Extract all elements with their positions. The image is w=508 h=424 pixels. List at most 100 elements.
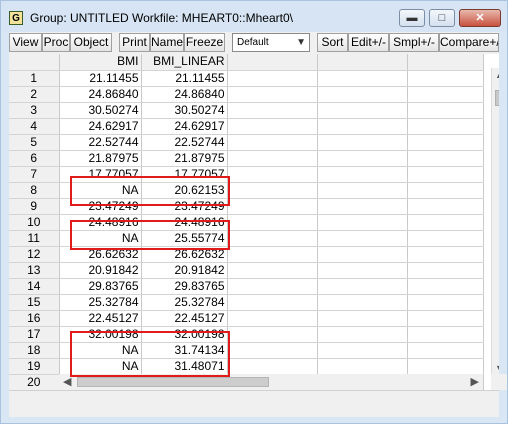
cell-empty[interactable] bbox=[407, 310, 484, 327]
cell-empty[interactable] bbox=[227, 278, 318, 295]
row-number[interactable]: 16 bbox=[9, 310, 60, 327]
cell-empty[interactable] bbox=[407, 70, 484, 87]
cell-bmi-linear[interactable]: 20.91842 bbox=[141, 262, 228, 279]
cell-bmi-linear[interactable]: 24.86840 bbox=[141, 86, 228, 103]
cell-bmi[interactable]: 26.62632 bbox=[59, 246, 142, 263]
column-header-empty[interactable] bbox=[317, 54, 408, 71]
row-number[interactable]: 11 bbox=[9, 230, 60, 247]
cell-empty[interactable] bbox=[317, 198, 408, 215]
cell-bmi-linear[interactable]: 24.48916 bbox=[141, 214, 228, 231]
row-number[interactable]: 17 bbox=[9, 326, 60, 343]
cell-empty[interactable] bbox=[317, 326, 408, 343]
name-button[interactable]: Name bbox=[150, 33, 184, 52]
column-header-bmi[interactable]: BMI bbox=[59, 54, 142, 71]
column-header-bmi-linear[interactable]: BMI_LINEAR bbox=[141, 54, 228, 71]
cell-empty[interactable] bbox=[407, 246, 484, 263]
cell-bmi[interactable]: 21.87975 bbox=[59, 150, 142, 167]
cell-bmi-linear[interactable]: 30.50274 bbox=[141, 102, 228, 119]
cell-bmi-linear[interactable]: 25.32784 bbox=[141, 294, 228, 311]
cell-empty[interactable] bbox=[407, 262, 484, 279]
cell-empty[interactable] bbox=[227, 342, 318, 359]
cell-bmi[interactable]: 24.62917 bbox=[59, 118, 142, 135]
cell-empty[interactable] bbox=[407, 278, 484, 295]
cell-empty[interactable] bbox=[407, 118, 484, 135]
cell-bmi[interactable]: NA bbox=[59, 182, 142, 199]
cell-empty[interactable] bbox=[227, 262, 318, 279]
object-button[interactable]: Object bbox=[70, 33, 112, 52]
cell-bmi[interactable]: 30.50274 bbox=[59, 102, 142, 119]
title-bar[interactable]: G Group: UNTITLED Workfile: MHEART0::Mhe… bbox=[1, 1, 507, 32]
cell-empty[interactable] bbox=[317, 150, 408, 167]
spreadsheet-grid[interactable]: BMI BMI_LINEAR 1 21.11455 21.11455 2 24.8684… bbox=[9, 54, 499, 390]
row-number[interactable]: 7 bbox=[9, 166, 60, 183]
cell-empty[interactable] bbox=[227, 214, 318, 231]
cell-bmi[interactable]: 24.86840 bbox=[59, 86, 142, 103]
cell-bmi[interactable]: 32.00198 bbox=[59, 326, 142, 343]
row-number[interactable]: 6 bbox=[9, 150, 60, 167]
row-number[interactable]: 3 bbox=[9, 102, 60, 119]
cell-bmi[interactable]: 25.32784 bbox=[59, 294, 142, 311]
cell-empty[interactable] bbox=[227, 294, 318, 311]
cell-empty[interactable] bbox=[317, 86, 408, 103]
cell-empty[interactable] bbox=[317, 102, 408, 119]
cell-empty[interactable] bbox=[227, 198, 318, 215]
scroll-right-icon[interactable]: ▶ bbox=[471, 375, 479, 388]
row-number[interactable]: 4 bbox=[9, 118, 60, 135]
cell-bmi-linear[interactable]: 21.11455 bbox=[141, 70, 228, 87]
row-number[interactable]: 14 bbox=[9, 278, 60, 295]
cell-bmi-linear[interactable]: 20.62153 bbox=[141, 182, 228, 199]
cell-bmi-linear[interactable]: 31.48071 bbox=[141, 358, 228, 375]
compare-toggle-button[interactable]: Compare+/- bbox=[439, 33, 499, 52]
cell-empty[interactable] bbox=[317, 294, 408, 311]
vertical-scrollbar[interactable]: ▲ ▼ bbox=[491, 68, 499, 375]
column-header-empty[interactable] bbox=[407, 54, 484, 71]
cell-bmi[interactable]: NA bbox=[59, 230, 142, 247]
horizontal-scrollbar[interactable]: ◀ ▶ bbox=[59, 374, 483, 390]
cell-empty[interactable] bbox=[407, 198, 484, 215]
row-number[interactable]: 10 bbox=[9, 214, 60, 231]
cell-empty[interactable] bbox=[317, 246, 408, 263]
cell-bmi-linear[interactable]: 23.47249 bbox=[141, 198, 228, 215]
cell-empty[interactable] bbox=[407, 342, 484, 359]
row-number[interactable]: 2 bbox=[9, 86, 60, 103]
close-button[interactable]: ✕ bbox=[459, 9, 501, 27]
cell-bmi[interactable]: 20.91842 bbox=[59, 262, 142, 279]
cell-bmi-linear[interactable]: 26.62632 bbox=[141, 246, 228, 263]
cell-bmi-linear[interactable]: 31.74134 bbox=[141, 342, 228, 359]
row-number[interactable]: 15 bbox=[9, 294, 60, 311]
cell-bmi-linear[interactable]: 21.87975 bbox=[141, 150, 228, 167]
cell-empty[interactable] bbox=[407, 182, 484, 199]
scroll-up-icon[interactable]: ▲ bbox=[495, 70, 499, 80]
cell-empty[interactable] bbox=[317, 118, 408, 135]
vertical-scroll-thumb[interactable] bbox=[495, 90, 499, 106]
cell-empty[interactable] bbox=[317, 134, 408, 151]
sort-button[interactable]: Sort bbox=[317, 33, 348, 52]
cell-bmi-linear[interactable]: 25.55774 bbox=[141, 230, 228, 247]
cell-bmi[interactable]: 23.47249 bbox=[59, 198, 142, 215]
cell-empty[interactable] bbox=[407, 150, 484, 167]
cell-bmi[interactable]: 21.11455 bbox=[59, 70, 142, 87]
cell-bmi[interactable]: NA bbox=[59, 342, 142, 359]
cell-empty[interactable] bbox=[407, 326, 484, 343]
row-number[interactable]: 1 bbox=[9, 70, 60, 87]
cell-empty[interactable] bbox=[317, 358, 408, 375]
cell-empty[interactable] bbox=[407, 102, 484, 119]
freeze-button[interactable]: Freeze bbox=[184, 33, 225, 52]
row-number[interactable]: 19 bbox=[9, 358, 60, 375]
view-button[interactable]: View bbox=[9, 33, 42, 52]
cell-empty[interactable] bbox=[317, 214, 408, 231]
cell-empty[interactable] bbox=[227, 118, 318, 135]
row-number[interactable]: 18 bbox=[9, 342, 60, 359]
cell-empty[interactable] bbox=[407, 86, 484, 103]
cell-empty[interactable] bbox=[227, 310, 318, 327]
cell-empty[interactable] bbox=[227, 246, 318, 263]
cell-empty[interactable] bbox=[227, 166, 318, 183]
cell-empty[interactable] bbox=[317, 182, 408, 199]
proc-button[interactable]: Proc bbox=[42, 33, 70, 52]
cell-empty[interactable] bbox=[317, 262, 408, 279]
cell-empty[interactable] bbox=[407, 294, 484, 311]
row-number[interactable]: 12 bbox=[9, 246, 60, 263]
cell-bmi[interactable]: 22.52744 bbox=[59, 134, 142, 151]
cell-empty[interactable] bbox=[317, 342, 408, 359]
scroll-left-icon[interactable]: ◀ bbox=[63, 375, 71, 388]
